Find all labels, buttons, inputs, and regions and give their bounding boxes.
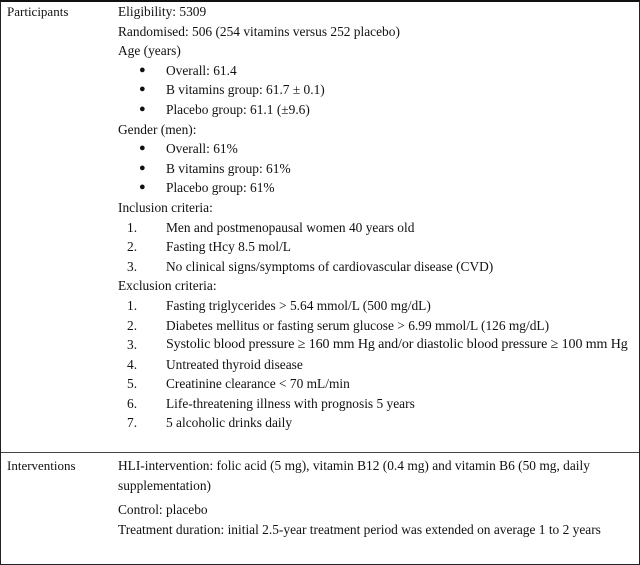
bullet-icon: ●: [139, 181, 146, 194]
age-overall: Overall: 61.4: [166, 62, 237, 78]
list-item: 3. Systolic blood pressure ≥ 160 mm Hg a…: [118, 335, 631, 355]
list-item: ● Placebo group: 61%: [118, 178, 631, 198]
gender-b-vitamins: B vitamins group: 61%: [166, 160, 291, 176]
eligibility-text: Eligibility: 5309: [118, 4, 207, 19]
treatment-duration-text: Treatment duration: initial 2.5-year tre…: [118, 521, 601, 537]
exclusion-item-6: Life-threatening illness with prognosis …: [166, 395, 415, 411]
list-item: ● Placebo group: 61.1 (±9.6): [118, 100, 631, 120]
row-label-interventions: Interventions: [7, 458, 76, 473]
study-characteristics-table: Participants Eligibility: 5309 Randomise…: [0, 0, 640, 565]
gender-overall: Overall: 61%: [166, 141, 238, 157]
list-item: 3. No clinical signs/symptoms of cardiov…: [118, 257, 631, 277]
exclusion-item-7: 5 alcoholic drinks daily: [166, 415, 293, 431]
table-row-participants: Participants Eligibility: 5309 Randomise…: [1, 2, 639, 452]
list-item: 6. Life-threatening illness with prognos…: [118, 394, 631, 414]
exclusion-item-4: Untreated thyroid disease: [166, 356, 303, 372]
inclusion-item-2: Fasting tHcy 8.5 mol/L: [166, 239, 291, 255]
list-item: 4. Untreated thyroid disease: [118, 355, 631, 375]
exclusion-heading: Exclusion criteria:: [118, 278, 217, 294]
list-number: 3.: [127, 337, 138, 353]
exclusion-item-2: Diabetes mellitus or fasting serum gluco…: [166, 317, 550, 333]
hli-intervention-text: HLI-intervention: folic acid (5 mg), vit…: [118, 458, 590, 493]
list-item: 1. Fasting triglycerides > 5.64 mmol/L (…: [118, 296, 631, 316]
list-item: 2. Fasting tHcy 8.5 mol/L: [118, 237, 631, 257]
list-item: ● B vitamins group: 61%: [118, 159, 631, 179]
inclusion-heading: Inclusion criteria:: [118, 199, 213, 215]
age-b-vitamins: B vitamins group: 61.7 ± 0.1): [166, 82, 325, 98]
list-item: 1. Men and postmenopausal women 40 years…: [118, 218, 631, 238]
list-item: 2. Diabetes mellitus or fasting serum gl…: [118, 316, 631, 336]
age-heading: Age (years): [118, 43, 181, 59]
row-label-participants: Participants: [7, 4, 69, 19]
interventions-content: HLI-intervention: folic acid (5 mg), vit…: [118, 453, 639, 564]
list-number: 1.: [127, 219, 138, 235]
inclusion-item-1: Men and postmenopausal women 40 years ol…: [166, 219, 415, 235]
inclusion-item-3: No clinical signs/symptoms of cardiovasc…: [166, 258, 494, 274]
list-number: 6.: [127, 395, 138, 411]
list-number: 2.: [127, 239, 138, 255]
list-item: ● Overall: 61%: [118, 139, 631, 159]
list-number: 1.: [127, 297, 138, 313]
randomised-text: Randomised: 506 (254 vitamins versus 252…: [118, 23, 400, 39]
list-item: ● Overall: 61.4: [118, 61, 631, 81]
list-number: 3.: [127, 258, 138, 274]
gender-placebo: Placebo group: 61%: [166, 180, 275, 196]
list-item: ● B vitamins group: 61.7 ± 0.1): [118, 80, 631, 100]
list-item: 7. 5 alcoholic drinks daily: [118, 413, 631, 433]
bullet-icon: ●: [139, 161, 146, 174]
list-item: 5. Creatinine clearance < 70 mL/min: [118, 374, 631, 394]
gender-heading: Gender (men):: [118, 121, 197, 137]
bullet-icon: ●: [139, 63, 146, 76]
table-row-interventions: Interventions HLI-intervention: folic ac…: [1, 452, 639, 564]
bullet-icon: ●: [139, 142, 146, 155]
list-number: 4.: [127, 356, 138, 372]
age-placebo: Placebo group: 61.1 (±9.6): [166, 101, 310, 117]
bullet-icon: ●: [139, 102, 146, 115]
bullet-icon: ●: [139, 83, 146, 96]
list-number: 5.: [127, 376, 138, 392]
list-number: 2.: [127, 317, 138, 333]
exclusion-item-1: Fasting triglycerides > 5.64 mmol/L (500…: [166, 297, 431, 313]
participants-content: Eligibility: 5309 Randomised: 506 (254 v…: [118, 2, 639, 452]
control-text: Control: placebo: [118, 502, 208, 518]
exclusion-item-3: Systolic blood pressure ≥ 160 mm Hg and/…: [166, 337, 628, 353]
list-number: 7.: [127, 415, 138, 431]
exclusion-item-5: Creatinine clearance < 70 mL/min: [166, 376, 350, 392]
